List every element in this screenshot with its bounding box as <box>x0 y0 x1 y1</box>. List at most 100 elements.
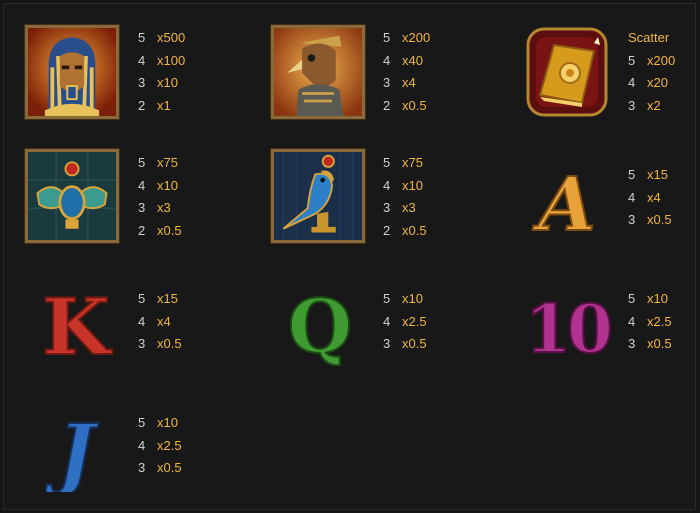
pay-row: 2 x1 <box>138 95 185 118</box>
letter-glyph: A <box>532 162 595 244</box>
count: 5 <box>383 155 391 170</box>
pay-row: 4 x100 <box>138 50 185 73</box>
number-ten-icon: 10 <box>524 289 612 366</box>
number-ten-paytable: 5 x10 4 x2.5 3 x0.5 <box>628 288 672 356</box>
letter-glyph: 10 <box>525 290 610 366</box>
letter-j-paytable: 5 x10 4 x2.5 3 x0.5 <box>138 412 182 480</box>
pay-row: 4 x20 <box>628 72 675 95</box>
letter-a-icon: A <box>531 161 596 244</box>
scarab-icon <box>28 152 116 240</box>
multiplier: x4 <box>402 75 416 90</box>
pharaoh-symbol <box>25 25 119 119</box>
pay-row: 4 x4 <box>628 187 672 210</box>
multiplier: x0.5 <box>402 222 427 238</box>
falcon-statue-icon <box>274 152 362 240</box>
multiplier: x15 <box>157 291 178 306</box>
pay-row: 5 x10 <box>383 288 427 311</box>
count: 5 <box>628 167 636 182</box>
pay-row: 3 x0.5 <box>138 333 182 356</box>
multiplier: x4 <box>647 189 661 205</box>
multiplier: x0.5 <box>647 336 672 351</box>
pay-row: 5 x10 <box>138 412 182 435</box>
pay-row: 3 x0.5 <box>628 333 672 356</box>
pay-row: 3 x0.5 <box>383 333 427 356</box>
pay-row: 2 x0.5 <box>383 95 430 118</box>
count: 2 <box>138 222 146 238</box>
count: 5 <box>628 52 636 68</box>
pay-row: 3 x3 <box>138 197 182 220</box>
letter-glyph: K <box>42 282 113 366</box>
pharaoh-icon <box>28 28 116 116</box>
multiplier: x40 <box>402 52 423 68</box>
pay-row: 3 x3 <box>383 197 427 220</box>
multiplier: x2 <box>647 97 661 113</box>
multiplier: x10 <box>402 291 423 306</box>
pay-row: 5 x200 <box>628 50 675 73</box>
letter-glyph: Q <box>288 284 352 366</box>
paytable-panel: 5 x500 4 x100 3 x10 2 x1 5 x200 4 x40 3 x4 2 x0.… <box>3 3 696 510</box>
count: 3 <box>383 75 391 90</box>
multiplier: x500 <box>157 30 186 45</box>
letter-k-symbol: K <box>31 276 121 366</box>
multiplier: x10 <box>157 415 178 430</box>
pay-row: 4 x2.5 <box>383 311 427 334</box>
multiplier: x100 <box>157 52 186 68</box>
letter-j-symbol: J <box>31 402 121 492</box>
count: 4 <box>138 437 146 453</box>
multiplier: x15 <box>647 167 668 182</box>
multiplier: x10 <box>157 75 178 90</box>
book-scatter-icon <box>526 27 608 117</box>
count: 3 <box>138 460 146 475</box>
multiplier: x0.5 <box>157 336 182 351</box>
count: 4 <box>138 52 146 68</box>
pay-row: 2 x0.5 <box>383 220 427 243</box>
letter-k-paytable: 5 x15 4 x4 3 x0.5 <box>138 288 182 356</box>
count: 4 <box>138 313 146 329</box>
count: 5 <box>628 291 636 306</box>
letter-q-symbol: Q <box>275 276 365 366</box>
pay-row: 4 x10 <box>138 175 182 198</box>
count: 4 <box>383 313 391 329</box>
multiplier: x1 <box>157 97 171 113</box>
count: 3 <box>628 97 636 113</box>
multiplier: x0.5 <box>157 460 182 475</box>
pay-row: 2 x0.5 <box>138 220 182 243</box>
pay-row: 5 x200 <box>383 27 430 50</box>
count: 3 <box>138 336 146 351</box>
horus-symbol <box>271 25 365 119</box>
letter-q-paytable: 5 x10 4 x2.5 3 x0.5 <box>383 288 427 356</box>
count: 3 <box>383 336 391 351</box>
pay-row: 4 x10 <box>383 175 427 198</box>
multiplier: x75 <box>402 155 423 170</box>
multiplier: x10 <box>647 291 668 306</box>
multiplier: x200 <box>402 30 431 45</box>
scarab-symbol <box>25 149 119 243</box>
multiplier: x2.5 <box>402 313 427 329</box>
book-symbol <box>524 25 610 119</box>
count: 3 <box>383 200 391 215</box>
multiplier: x2.5 <box>647 313 672 329</box>
count: 2 <box>383 97 391 113</box>
count: 4 <box>628 189 636 205</box>
multiplier: x0.5 <box>402 336 427 351</box>
pay-row: 5 x15 <box>138 288 182 311</box>
count: 4 <box>628 313 636 329</box>
multiplier: x10 <box>157 177 178 193</box>
pay-row: 4 x40 <box>383 50 430 73</box>
falcon-statue-paytable: 5 x75 4 x10 3 x3 2 x0.5 <box>383 152 427 242</box>
multiplier: x0.5 <box>647 212 672 227</box>
letter-glyph: J <box>45 408 100 492</box>
count: 3 <box>138 200 146 215</box>
multiplier: x4 <box>157 313 171 329</box>
pay-row: 3 x10 <box>138 72 185 95</box>
count: 2 <box>383 222 391 238</box>
pay-row: 3 x4 <box>383 72 430 95</box>
multiplier: x75 <box>157 155 178 170</box>
multiplier: x200 <box>647 52 676 68</box>
horus-paytable: 5 x200 4 x40 3 x4 2 x0.5 <box>383 27 430 117</box>
count: 5 <box>383 30 391 45</box>
letter-a-paytable: 5 x15 4 x4 3 x0.5 <box>628 164 672 232</box>
count: 3 <box>628 212 636 227</box>
pay-row: 5 x75 <box>383 152 427 175</box>
count: 2 <box>138 97 146 113</box>
